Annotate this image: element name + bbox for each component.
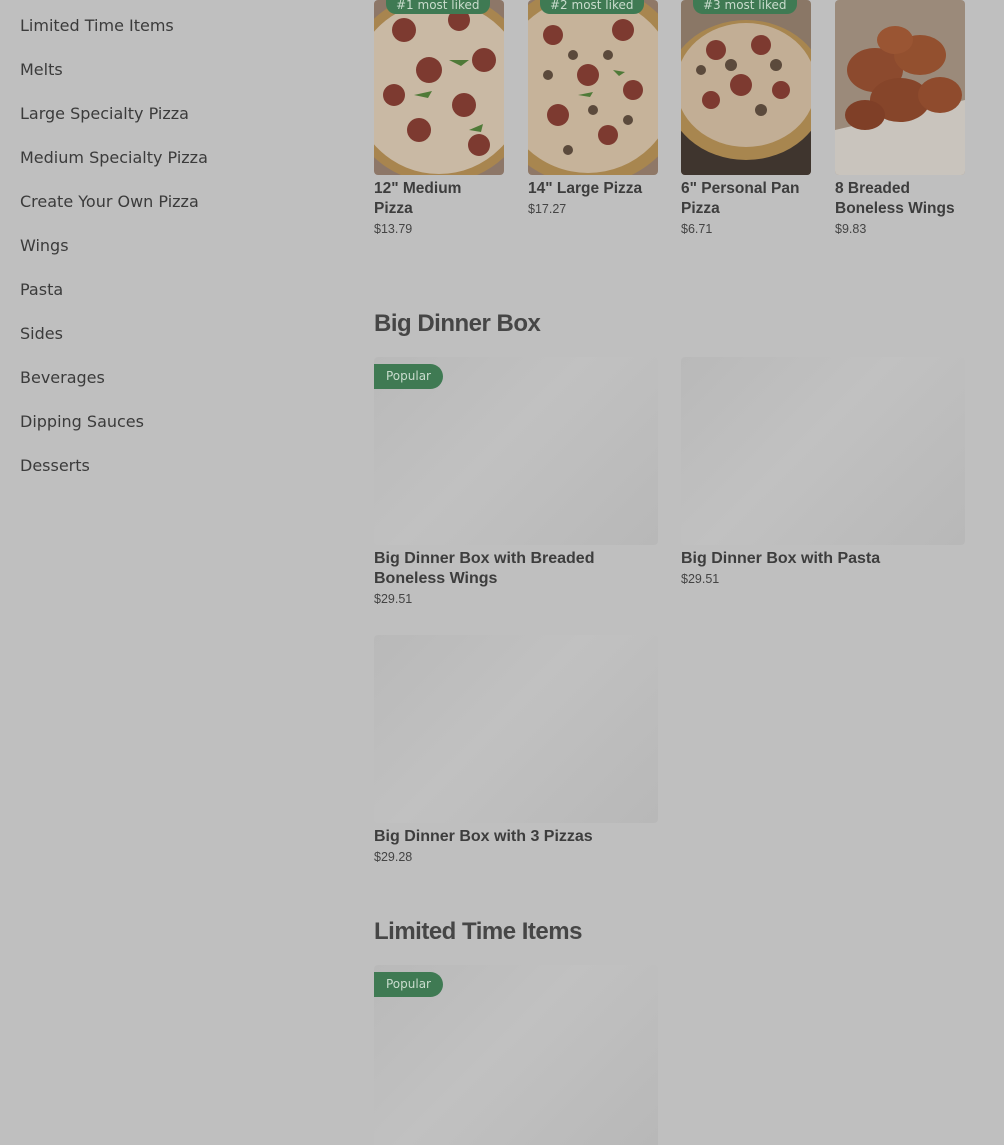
item-price: $13.79 bbox=[374, 222, 413, 236]
item-title: Big Dinner Box with 3 Pizzas bbox=[374, 828, 593, 845]
item-price: $29.51 bbox=[374, 592, 413, 606]
item-price: $6.71 bbox=[681, 222, 713, 236]
category-sidebar: Limited Time Items Melts Large Specialty… bbox=[20, 0, 340, 488]
item-image-placeholder: Popular bbox=[374, 357, 658, 545]
menu-card-big-dinner-box-pasta[interactable]: Big Dinner Box with Pasta $29.51 bbox=[681, 357, 965, 586]
item-title: 14" Large Pizza bbox=[528, 180, 643, 197]
item-image-placeholder bbox=[374, 635, 658, 823]
pepperoni-pizza-image: #1 most liked bbox=[374, 0, 504, 175]
sidebar-item-create-your-own-pizza[interactable]: Create Your Own Pizza bbox=[20, 180, 340, 224]
popular-badge: Popular bbox=[374, 364, 443, 389]
sidebar-item-beverages[interactable]: Beverages bbox=[20, 356, 340, 400]
sidebar-item-desserts[interactable]: Desserts bbox=[20, 444, 340, 488]
sidebar-item-sides[interactable]: Sides bbox=[20, 312, 340, 356]
popular-badge: Popular bbox=[374, 972, 443, 997]
menu-card-12-medium-pizza[interactable]: #1 most liked 12" Medium Pizza $13.79 bbox=[374, 0, 504, 236]
item-title: 12" Medium Pizza bbox=[374, 180, 462, 217]
sidebar-item-melts[interactable]: Melts bbox=[20, 48, 340, 92]
item-price: $17.27 bbox=[528, 202, 567, 216]
item-price: $29.51 bbox=[681, 572, 720, 586]
section-heading-big-dinner-box: Big Dinner Box bbox=[374, 310, 541, 337]
rank-badge: #2 most liked bbox=[540, 0, 644, 14]
item-image-placeholder: Popular bbox=[374, 965, 658, 1145]
item-title: Big Dinner Box with Pasta bbox=[681, 550, 881, 567]
sidebar-item-medium-specialty-pizza[interactable]: Medium Specialty Pizza bbox=[20, 136, 340, 180]
item-price: $9.83 bbox=[835, 222, 867, 236]
sidebar-item-limited-time-items[interactable]: Limited Time Items bbox=[20, 4, 340, 48]
sidebar-item-pasta[interactable]: Pasta bbox=[20, 268, 340, 312]
menu-card-big-dinner-box-wings[interactable]: Popular Big Dinner Box with Breaded Bone… bbox=[374, 357, 658, 606]
menu-card-limited-time-item[interactable]: Popular bbox=[374, 965, 658, 1145]
sidebar-item-dipping-sauces[interactable]: Dipping Sauces bbox=[20, 400, 340, 444]
menu-card-8-breaded-boneless-wings[interactable]: 8 Breaded Boneless Wings $9.83 bbox=[835, 0, 965, 236]
rank-badge: #3 most liked bbox=[693, 0, 797, 14]
menu-card-big-dinner-box-3-pizzas[interactable]: Big Dinner Box with 3 Pizzas $29.28 bbox=[374, 635, 658, 864]
sidebar-item-large-specialty-pizza[interactable]: Large Specialty Pizza bbox=[20, 92, 340, 136]
boneless-wings-image bbox=[835, 0, 965, 175]
item-image-placeholder bbox=[681, 357, 965, 545]
item-title: 8 Breaded Boneless Wings bbox=[835, 180, 955, 217]
pan-pizza-image: #3 most liked bbox=[681, 0, 811, 175]
rank-badge: #1 most liked bbox=[386, 0, 490, 14]
item-price: $29.28 bbox=[374, 850, 413, 864]
menu-card-14-large-pizza[interactable]: #2 most liked 14" Large Pizza $17.27 bbox=[528, 0, 658, 216]
section-heading-limited-time-items: Limited Time Items bbox=[374, 918, 582, 945]
supreme-pizza-image: #2 most liked bbox=[528, 0, 658, 175]
menu-card-6-personal-pan-pizza[interactable]: #3 most liked 6" Personal Pan Pizza $6.7… bbox=[681, 0, 811, 236]
item-title: 6" Personal Pan Pizza bbox=[681, 180, 800, 217]
item-title: Big Dinner Box with Breaded Boneless Win… bbox=[374, 550, 595, 587]
sidebar-item-wings[interactable]: Wings bbox=[20, 224, 340, 268]
